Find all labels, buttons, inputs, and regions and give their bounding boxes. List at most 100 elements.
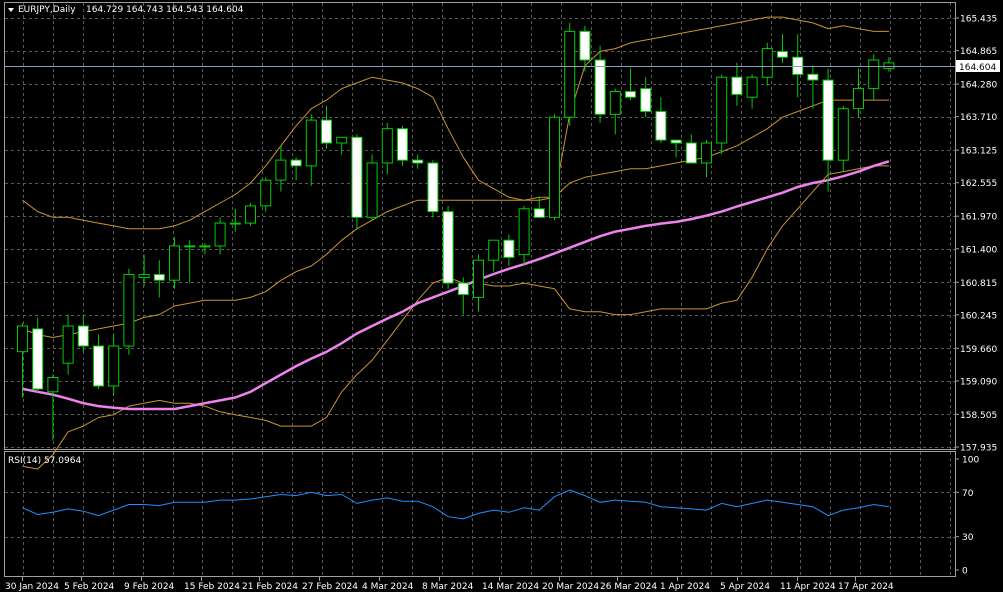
symbol-label: EURJPY,Daily	[18, 5, 76, 15]
candle-body-bullish	[336, 136, 348, 144]
rsi-tick-label: 0	[962, 567, 968, 577]
candle-body-bullish	[108, 345, 120, 387]
candle-body-bearish	[93, 345, 104, 387]
candle-body-bearish	[731, 76, 743, 95]
price-tick-label: 164.280	[960, 81, 997, 91]
candle-body-bullish	[229, 222, 241, 225]
price-tick-label: 160.815	[960, 279, 997, 289]
candle-body-bullish	[488, 239, 500, 261]
candle-body-bearish	[427, 162, 439, 213]
price-tick-label: 160.245	[960, 311, 997, 321]
candle-body-bearish	[153, 274, 165, 281]
candle[interactable]	[397, 125, 408, 166]
candle-body-bullish	[123, 274, 135, 347]
candle[interactable]	[716, 74, 728, 155]
price-tick-label: 158.505	[960, 411, 997, 421]
date-tick-label: 21 Feb 2024	[242, 582, 298, 592]
candle-body-bullish	[275, 159, 287, 181]
candle-body-bullish	[245, 205, 256, 224]
candle-body-bullish	[381, 128, 393, 164]
candle-body-bearish	[503, 239, 515, 258]
candle-body-bearish	[321, 119, 332, 144]
candle-body-bullish	[746, 76, 758, 98]
candle-body-bearish	[655, 111, 667, 141]
candle-body-bullish	[549, 116, 560, 218]
candle-body-bearish	[533, 208, 545, 218]
price-tick-label: 165.435	[960, 15, 997, 25]
date-tick-label: 4 Mar 2024	[362, 582, 414, 592]
price-tick-label: 163.125	[960, 147, 997, 157]
candle-body-bearish	[457, 282, 469, 296]
candle[interactable]	[32, 317, 44, 392]
price-tick-label: 164.865	[960, 47, 997, 57]
rsi-tick-label: 70	[962, 489, 974, 499]
price-tick-label: 159.090	[960, 377, 997, 387]
candle-body-bullish	[853, 88, 864, 110]
date-tick-label: 27 Feb 2024	[302, 582, 358, 592]
rsi-tick-label: 30	[962, 533, 974, 543]
date-tick-label: 5 Apr 2024	[720, 582, 770, 592]
candle-body-bullish	[199, 245, 211, 248]
candle-body-bearish	[625, 91, 636, 98]
candle-body-bearish	[792, 56, 804, 75]
candle-body-bullish	[837, 108, 849, 161]
price-tick-label: 162.555	[960, 179, 997, 189]
candle-body-bullish	[761, 48, 773, 78]
date-tick-label: 8 Mar 2024	[422, 582, 474, 592]
candle-body-bearish	[351, 136, 363, 218]
candle-body-bearish	[822, 79, 834, 161]
last-price-marker: 164.604	[956, 60, 1000, 73]
trading-chart[interactable]: 165.435 164.865 164.280 163.710 163.125 162.5…	[0, 0, 1003, 592]
candle[interactable]	[442, 205, 454, 289]
candle-body-bullish	[214, 222, 226, 247]
last-price-label: 164.604	[959, 63, 996, 73]
candle[interactable]	[427, 160, 439, 218]
candle-body-bullish	[138, 274, 150, 278]
rsi-label: RSI(14) 57.0964	[8, 456, 81, 466]
date-tick-label: 20 Mar 2024	[542, 582, 599, 592]
candle-body-bullish	[305, 119, 317, 167]
candle-body-bullish	[47, 377, 59, 393]
candle-body-bearish	[77, 325, 89, 347]
price-tick-label: 163.710	[960, 113, 997, 123]
candle-body-bearish	[670, 139, 682, 144]
candle-body-bullish	[883, 62, 895, 70]
candle-body-bullish	[518, 208, 530, 256]
price-tick-label: 161.970	[960, 213, 997, 223]
candle[interactable]	[564, 22, 576, 126]
candle-body-bullish	[701, 142, 712, 164]
date-tick-label: 15 Feb 2024	[184, 582, 240, 592]
candle-body-bearish	[412, 159, 424, 164]
candle-body-bearish	[32, 328, 44, 390]
date-tick-label: 9 Feb 2024	[124, 582, 175, 592]
candle-body-bullish	[169, 245, 180, 281]
date-tick-label: 5 Feb 2024	[64, 582, 115, 592]
candle-body-bullish	[184, 245, 196, 248]
candle-body-bearish	[442, 211, 454, 284]
ohlc-readout: 164.729 164.743 164.543 164.604	[86, 5, 244, 15]
candle-body-bullish	[868, 59, 880, 90]
candle-body-bearish	[579, 30, 591, 61]
candle-body-bearish	[640, 88, 652, 112]
candle[interactable]	[351, 134, 363, 229]
candle[interactable]	[245, 203, 256, 226]
candle-body-bullish	[62, 325, 74, 364]
candle-body-bullish	[260, 179, 272, 207]
candle[interactable]	[366, 154, 378, 221]
candle-body-bearish	[594, 59, 606, 115]
date-tick-label: 1 Apr 2024	[660, 582, 710, 592]
date-tick-label: 26 Mar 2024	[600, 582, 657, 592]
candle-body-bearish	[777, 51, 788, 58]
rsi-tick-label: 100	[962, 456, 979, 466]
candle[interactable]	[549, 114, 560, 221]
candle-body-bullish	[366, 162, 378, 218]
candle[interactable]	[123, 268, 135, 355]
price-tick-label: 159.660	[960, 345, 997, 355]
price-tick-label: 161.400	[960, 245, 997, 255]
candle-body-bearish	[685, 142, 697, 164]
candle-body-bearish	[397, 128, 408, 161]
candle-body-bullish	[716, 76, 728, 144]
candle-body-bullish	[564, 30, 576, 118]
candle-body-bearish	[807, 73, 819, 81]
candle-body-bearish	[290, 159, 302, 167]
